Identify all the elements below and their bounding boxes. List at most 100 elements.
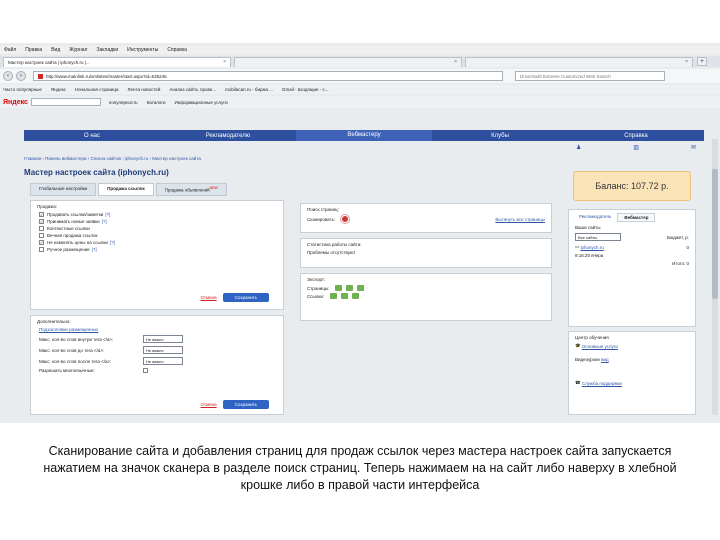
words-after-select[interactable]: Не важно	[143, 357, 183, 365]
tab-global-settings[interactable]: Глобальные настройки	[30, 183, 97, 196]
support-link[interactable]: Служба поддержки	[582, 381, 622, 386]
page-scrollbar[interactable]	[712, 139, 718, 415]
site-favicon-icon	[38, 73, 43, 79]
scanner-icon[interactable]	[341, 215, 350, 223]
yandex-item[interactable]: Каталоги	[147, 100, 166, 105]
excel-icon[interactable]	[335, 285, 343, 291]
browser-tab[interactable]: ×	[234, 56, 462, 67]
multilang-checkbox[interactable]	[143, 368, 148, 373]
forward-icon[interactable]: ›	[16, 71, 26, 81]
bookmark-item[interactable]: mobilacan.ru - биржа ...	[225, 87, 273, 92]
help-link[interactable]: [?]	[105, 212, 110, 217]
address-bar[interactable]: http://www.mainlink.ru/xmlsites/master/s…	[33, 71, 503, 81]
bookmark-item[interactable]: Анализ сайта, прове...	[169, 87, 216, 92]
option-fixed-prices[interactable]: ✓ Не изменять цены на ссылки [?]	[39, 240, 283, 245]
checkbox[interactable]	[39, 226, 44, 231]
words-inside-select[interactable]: Не важно	[143, 335, 183, 343]
nav-about[interactable]: О нас	[24, 133, 160, 139]
multilang-row: Разрешать многоязычные:	[39, 368, 283, 373]
bookmark-item[interactable]: Начальная страница	[75, 87, 119, 92]
nav-help[interactable]: Справка	[568, 133, 704, 139]
menu-history[interactable]: Журнал	[69, 47, 87, 53]
csv-icon[interactable]	[346, 285, 354, 291]
bookmark-item[interactable]: Часто популярные	[3, 87, 42, 92]
address-text: http://www.mainlink.ru/xmlsites/master/s…	[46, 73, 167, 79]
tab-webmaster[interactable]: Вебмастер	[617, 213, 656, 222]
tab-ad-sales[interactable]: Продажа обьявленийNEW	[155, 183, 227, 196]
checkbox[interactable]: ✓	[39, 212, 44, 217]
bookmark-item[interactable]: Яндекс	[51, 87, 66, 92]
tab-link-sales[interactable]: Продажа ссылок	[98, 183, 154, 196]
back-icon[interactable]: ‹	[3, 71, 13, 81]
site-main-nav: О нас Рекламодателю Вебмастеру Клубы Спр…	[24, 130, 704, 141]
browser-tab-active[interactable]: Мастер настроек сайта | iphonych.ru |...…	[3, 56, 231, 67]
yandex-item[interactable]: популярность	[109, 100, 138, 105]
words-before-select[interactable]: Не важно	[143, 346, 183, 354]
menu-edit[interactable]: Правка	[25, 47, 42, 53]
bookmark-item[interactable]: Лента новостей	[128, 87, 161, 92]
option-sell-links[interactable]: ✓ Продавать ссылки/заметки [?]	[39, 212, 283, 217]
tab-advertiser[interactable]: Рекламодатель	[573, 213, 617, 222]
checkbox[interactable]: ✓	[39, 219, 44, 224]
lessons-link[interactable]: Основные услуги	[582, 344, 618, 349]
help-link[interactable]: [?]	[102, 219, 107, 224]
close-icon[interactable]: ×	[223, 59, 226, 65]
txt-icon[interactable]	[352, 293, 360, 299]
site-link[interactable]: iphonych.ru	[581, 245, 604, 250]
scrollbar-thumb[interactable]	[712, 169, 718, 299]
yandex-item[interactable]: Информационные услуги	[175, 100, 228, 105]
balance-label: Баланс:	[595, 181, 629, 191]
csv-icon[interactable]	[341, 293, 349, 299]
checkbox[interactable]: ✓	[39, 240, 44, 245]
browser-tab[interactable]: ×	[465, 56, 693, 67]
bookmarks-bar: Часто популярные Яндекс Начальная страни…	[0, 85, 720, 94]
help-link[interactable]: [?]	[92, 247, 97, 252]
menu-file[interactable]: Файл	[4, 47, 16, 53]
balance-value: 107.72 р.	[631, 181, 669, 191]
new-badge: NEW	[209, 186, 218, 190]
videos-row: Видеоуроки вид	[575, 357, 689, 362]
new-tab-button[interactable]: +	[697, 57, 707, 66]
checkbox[interactable]	[39, 233, 44, 238]
option-label: Вечная продажа ссылок	[47, 233, 98, 238]
user-icon[interactable]: ♟	[576, 144, 581, 151]
page-title: Мастер настроек сайта (iphonych.ru)	[24, 168, 169, 177]
cancel-link[interactable]: Отмена	[200, 295, 216, 300]
browser-menubar: Файл Правка Вид Журнал Закладки Инструме…	[0, 46, 720, 54]
option-accept-orders[interactable]: ✓ Принимать новые заявки [?]	[39, 219, 283, 224]
excel-icon[interactable]	[330, 293, 338, 299]
help-link[interactable]: [?]	[110, 240, 115, 245]
checkbox[interactable]	[39, 247, 44, 252]
nav-webmaster[interactable]: Вебмастеру	[296, 130, 432, 141]
nav-clubs[interactable]: Клубы	[432, 133, 568, 139]
option-context-links[interactable]: Контекстные ссылки	[39, 226, 283, 231]
subheader-link[interactable]: Подзаголовки размещенных	[39, 327, 98, 332]
sites-select[interactable]: Все сайты	[575, 233, 621, 241]
option-manual-placement[interactable]: Ручное размещение [?]	[39, 247, 283, 252]
pull-all-pages-link[interactable]: Вытянуть все страницы	[495, 217, 545, 222]
stats-status: Проблемы отсутствуют	[307, 250, 356, 255]
tab-title: Мастер настроек сайта | iphonych.ru |...	[8, 59, 90, 65]
close-icon[interactable]: ×	[454, 59, 457, 65]
close-icon[interactable]: ×	[685, 59, 688, 65]
save-button[interactable]: Сохранить	[222, 400, 269, 409]
yandex-search-input[interactable]	[30, 98, 101, 106]
cancel-link[interactable]: Отмена	[200, 402, 216, 407]
breadcrumb[interactable]: Главная › Панель вебмастера › Список сай…	[24, 156, 201, 161]
bookmark-item[interactable]: Gmail - входящие - c...	[282, 87, 329, 92]
videos-link[interactable]: вид	[601, 357, 609, 362]
menu-tools[interactable]: Инструменты	[127, 47, 158, 53]
menu-view[interactable]: Вид	[51, 47, 60, 53]
scan-row: Сканировать: Вытянуть все страницы	[307, 215, 551, 223]
nav-advertiser[interactable]: Рекламодателю	[160, 133, 296, 139]
option-eternal-sale[interactable]: Вечная продажа ссылок	[39, 233, 283, 238]
menu-help[interactable]: Справка	[167, 47, 187, 53]
mail-icon[interactable]: ✉	[691, 144, 696, 151]
web-search-input[interactable]: DriverSwift Extreme Customized Web Searc…	[515, 71, 665, 81]
panel-title: Дополнительно:	[37, 319, 71, 324]
site-stats-panel: Статистика работы сайта: Проблемы отсутс…	[300, 238, 552, 268]
save-button[interactable]: Сохранить	[222, 293, 269, 302]
txt-icon[interactable]	[357, 285, 365, 291]
chart-icon[interactable]: ▥	[633, 144, 639, 151]
menu-bookmarks[interactable]: Закладки	[96, 47, 118, 53]
